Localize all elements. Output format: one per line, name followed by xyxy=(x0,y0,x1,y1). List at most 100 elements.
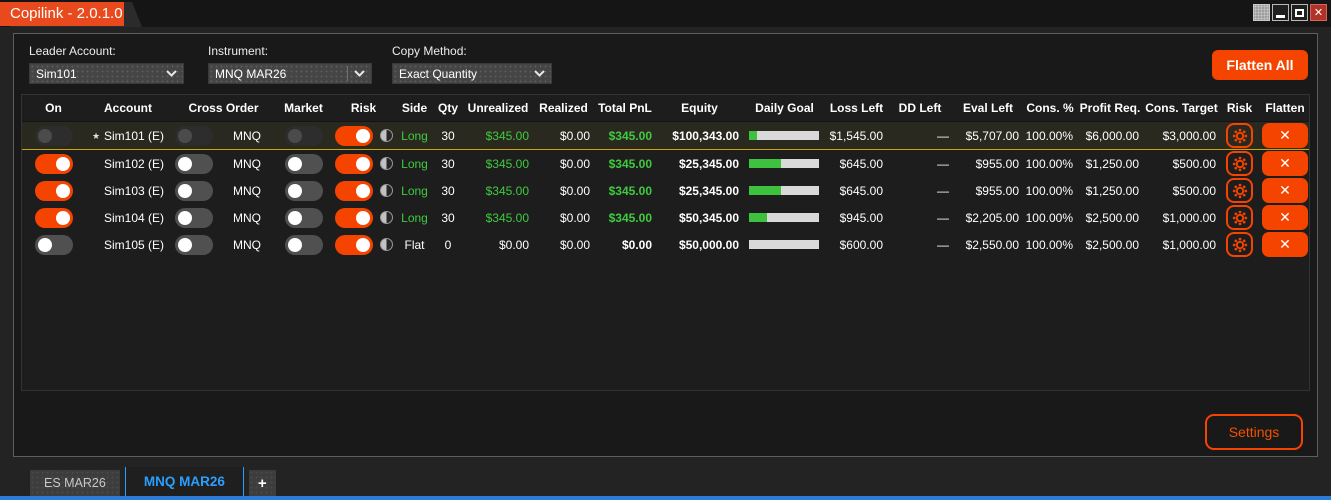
eval-left-value: $955.00 xyxy=(975,183,1019,198)
on-toggle[interactable] xyxy=(34,234,73,255)
side-value: Flat xyxy=(404,237,425,252)
qty-value: 0 xyxy=(444,237,452,252)
tab-mnq-mar26[interactable]: MNQ MAR26 xyxy=(124,467,244,497)
total-pnl-value: $345.00 xyxy=(608,128,652,143)
col-header-flatten: Flatten xyxy=(1265,101,1305,115)
half-circle-icon xyxy=(380,184,393,197)
title-bar: Copilink - 2.0.1.0 ✕ xyxy=(0,0,1331,27)
window-controls: ✕ xyxy=(1253,4,1327,21)
cons-target-value: $500.00 xyxy=(1172,183,1216,198)
flatten-row-button[interactable]: ✕ xyxy=(1262,232,1308,257)
table-row[interactable]: ★Sim103 (E) MNQ Long 30 $345.00 $0.00 $3… xyxy=(22,177,1309,204)
col-header-eval-left: Eval Left xyxy=(962,101,1013,115)
copy-method-select[interactable]: Exact Quantity xyxy=(392,63,552,84)
minimize-button[interactable] xyxy=(1272,4,1289,21)
risk-settings-button[interactable] xyxy=(1226,205,1253,230)
tab-es-mar26[interactable]: ES MAR26 xyxy=(30,470,120,497)
equity-value: $25,345.00 xyxy=(678,183,739,198)
unrealized-value: $345.00 xyxy=(485,183,529,198)
close-button[interactable]: ✕ xyxy=(1310,4,1327,21)
col-header-cons-target: Cons. Target xyxy=(1145,101,1218,115)
add-tab-button[interactable]: + xyxy=(248,470,276,497)
instrument-select[interactable]: MNQ MAR26 xyxy=(208,63,372,84)
risk-toggle[interactable] xyxy=(335,153,373,174)
daily-goal-progress xyxy=(749,240,819,249)
equity-value: $100,343.00 xyxy=(672,128,739,143)
texture-button[interactable] xyxy=(1253,4,1270,21)
risk-settings-button[interactable] xyxy=(1226,123,1253,148)
col-header-cons-pct: Cons. % xyxy=(1026,101,1074,115)
dd-left-value: — xyxy=(937,128,949,143)
settings-button[interactable]: Settings xyxy=(1205,414,1303,450)
risk-settings-button[interactable] xyxy=(1226,151,1253,176)
col-header-daily-goal: Daily Goal xyxy=(755,101,814,115)
col-header-loss-left: Loss Left xyxy=(829,101,884,115)
total-pnl-value: $0.00 xyxy=(621,237,652,252)
table-row[interactable]: ★Sim104 (E) MNQ Long 30 $345.00 $0.00 $3… xyxy=(22,204,1309,231)
instrument-value: MNQ MAR26 xyxy=(215,66,287,81)
account-name: Sim104 (E) xyxy=(104,210,165,225)
x-icon: ✕ xyxy=(1279,182,1291,198)
on-toggle[interactable] xyxy=(34,207,73,228)
flatten-row-button[interactable]: ✕ xyxy=(1262,151,1308,176)
market-toggle[interactable] xyxy=(284,207,323,228)
table-row[interactable]: ★Sim102 (E) MNQ Long 30 $345.00 $0.00 $3… xyxy=(22,150,1309,177)
col-header-dd-left: DD Left xyxy=(898,101,942,115)
market-toggle[interactable] xyxy=(284,234,323,255)
flatten-row-button[interactable]: ✕ xyxy=(1262,205,1308,230)
cross-order-toggle[interactable] xyxy=(175,207,213,228)
flatten-row-button[interactable]: ✕ xyxy=(1262,178,1308,203)
maximize-icon xyxy=(1295,8,1304,17)
cross-order-toggle[interactable] xyxy=(175,234,213,255)
market-toggle[interactable] xyxy=(284,180,323,201)
leader-account-value: Sim101 xyxy=(36,66,77,81)
profit-req-value: $1,250.00 xyxy=(1085,156,1139,171)
risk-settings-button[interactable] xyxy=(1226,232,1253,257)
on-toggle[interactable] xyxy=(34,180,73,201)
cross-instrument: MNQ xyxy=(233,210,261,225)
col-header-market: Market xyxy=(284,101,323,115)
table-row[interactable]: ★Sim105 (E) MNQ Flat 0 $0.00 $0.00 $0.00… xyxy=(22,231,1309,258)
risk-toggle[interactable] xyxy=(335,207,373,228)
gear-icon xyxy=(1232,183,1247,198)
col-header-account: Account xyxy=(104,101,152,115)
cross-order-toggle[interactable] xyxy=(175,153,213,174)
leader-account-label: Leader Account: xyxy=(29,44,116,58)
col-header-equity: Equity xyxy=(681,101,718,115)
cons-pct-value: 100.00% xyxy=(1025,210,1073,225)
profit-req-value: $1,250.00 xyxy=(1085,183,1139,198)
risk-toggle[interactable] xyxy=(335,234,373,255)
half-circle-icon xyxy=(380,129,393,142)
market-toggle[interactable] xyxy=(284,153,323,174)
risk-toggle[interactable] xyxy=(335,125,373,146)
col-header-on: On xyxy=(45,101,62,115)
unrealized-value: $345.00 xyxy=(485,156,529,171)
loss-left-value: $645.00 xyxy=(839,156,883,171)
flatten-row-button[interactable]: ✕ xyxy=(1262,123,1308,148)
table-body: ★ Sim101 (E) MNQ Long 30 $345.00 $0.00 $3… xyxy=(22,122,1309,258)
risk-settings-button[interactable] xyxy=(1226,178,1253,203)
half-circle-icon xyxy=(380,238,393,251)
cons-target-value: $3,000.00 xyxy=(1162,128,1216,143)
market-toggle[interactable] xyxy=(284,125,323,146)
cross-order-toggle[interactable] xyxy=(175,180,213,201)
realized-value: $0.00 xyxy=(559,128,590,143)
col-header-profit-req: Profit Req. xyxy=(1079,101,1141,115)
dd-left-value: — xyxy=(937,156,949,171)
flatten-all-button[interactable]: Flatten All xyxy=(1212,50,1308,80)
copy-method-label: Copy Method: xyxy=(392,44,467,58)
cons-pct-value: 100.00% xyxy=(1025,237,1073,252)
on-toggle[interactable] xyxy=(34,153,73,174)
daily-goal-progress xyxy=(749,131,819,140)
cross-order-toggle[interactable] xyxy=(175,125,213,146)
risk-toggle[interactable] xyxy=(335,180,373,201)
maximize-button[interactable] xyxy=(1291,4,1308,21)
table-row[interactable]: ★ Sim101 (E) MNQ Long 30 $345.00 $0.00 $3… xyxy=(22,122,1309,150)
bottom-edge-strip xyxy=(0,496,1331,500)
daily-goal-fill xyxy=(749,186,781,195)
equity-value: $50,345.00 xyxy=(678,210,739,225)
main-panel: Leader Account: Sim101 Instrument: MNQ M… xyxy=(13,33,1318,457)
leader-account-select[interactable]: Sim101 xyxy=(29,63,184,84)
daily-goal-progress xyxy=(749,213,819,222)
on-toggle[interactable] xyxy=(34,125,73,146)
